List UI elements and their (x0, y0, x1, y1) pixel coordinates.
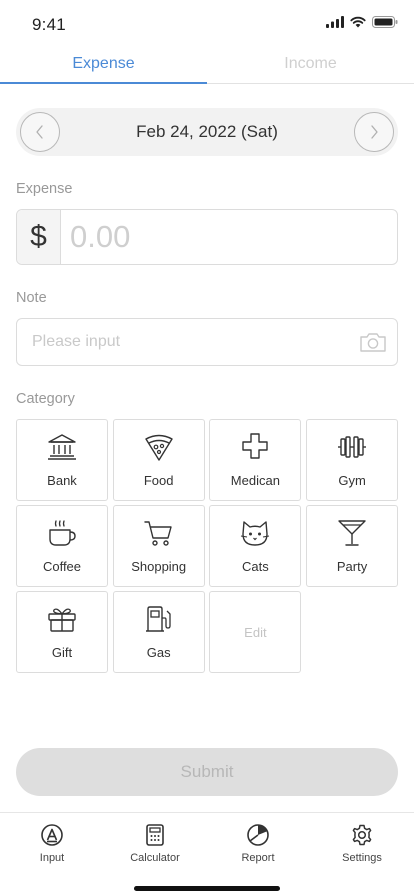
category-label-gift: Gift (51, 645, 73, 660)
nav-label-settings: Settings (342, 852, 382, 864)
chevron-right-icon (371, 125, 378, 139)
category-medican[interactable]: Medican (209, 419, 302, 501)
currency-symbol: $ (17, 210, 61, 264)
expense-label: Expense (16, 181, 73, 197)
date-navigator: Feb 24, 2022 (Sat) (16, 108, 398, 156)
note-field (16, 318, 398, 366)
pie-chart-icon (247, 824, 269, 846)
cocktail-icon (338, 520, 366, 546)
category-grid: Bank Food Medican Gym Coffee Shopping Ca… (16, 419, 399, 673)
category-edit-button[interactable]: Edit (209, 591, 302, 673)
nav-item-report[interactable]: Report (218, 823, 298, 864)
category-label-shopping: Shopping (131, 559, 187, 574)
category-label-gym: Gym (338, 473, 366, 488)
category-label-party: Party (336, 559, 368, 574)
category-label-medican: Medican (230, 473, 280, 488)
type-tabs: Expense Income (0, 48, 414, 84)
status-bar: 9:41 (0, 0, 414, 48)
medical-cross-icon (242, 433, 269, 459)
nav-item-input[interactable]: Input (12, 823, 92, 864)
cart-icon (143, 521, 172, 546)
amount-field: $ (16, 209, 398, 265)
current-date[interactable]: Feb 24, 2022 (Sat) (16, 122, 398, 142)
bottom-navigation: Input Calculator Report Settings (0, 812, 414, 896)
category-party[interactable]: Party (306, 505, 399, 587)
category-gym[interactable]: Gym (306, 419, 399, 501)
nav-item-settings[interactable]: Settings (322, 823, 402, 864)
category-bank[interactable]: Bank (16, 419, 108, 501)
camera-icon[interactable] (359, 330, 387, 354)
input-icon (41, 824, 63, 846)
note-input[interactable] (17, 319, 347, 365)
category-food[interactable]: Food (112, 419, 205, 501)
category-label-cats: Cats (242, 559, 269, 574)
gas-pump-icon (145, 606, 171, 632)
tab-expense[interactable]: Expense (0, 48, 207, 84)
category-label-food: Food (143, 473, 174, 488)
calculator-icon (146, 824, 164, 846)
tab-income[interactable]: Income (207, 48, 414, 83)
pizza-icon (144, 434, 173, 461)
status-icons (326, 16, 398, 28)
submit-button[interactable]: Submit (16, 748, 398, 796)
nav-item-calculator[interactable]: Calculator (115, 823, 195, 864)
next-date-button[interactable] (354, 112, 394, 152)
category-label: Category (16, 391, 75, 407)
category-cats[interactable]: Cats (209, 505, 302, 587)
home-indicator (134, 886, 280, 891)
gift-icon (48, 608, 76, 632)
battery-icon (372, 16, 398, 28)
nav-label-report: Report (241, 852, 275, 864)
category-edit-label: Edit (244, 625, 267, 640)
cellular-signal-icon (326, 16, 344, 28)
note-label: Note (16, 290, 47, 306)
gear-icon (352, 824, 372, 846)
coffee-icon (49, 520, 76, 546)
category-label-gas: Gas (146, 645, 171, 660)
wifi-icon (350, 16, 366, 28)
nav-label-calculator: Calculator (130, 852, 180, 864)
amount-input[interactable] (61, 210, 397, 264)
category-gas[interactable]: Gas (112, 591, 205, 673)
dumbbell-icon (338, 436, 367, 458)
category-coffee[interactable]: Coffee (16, 505, 108, 587)
category-gift[interactable]: Gift (16, 591, 108, 673)
status-time: 9:41 (32, 15, 66, 34)
bank-icon (48, 434, 76, 460)
category-shopping[interactable]: Shopping (112, 505, 205, 587)
nav-label-input: Input (39, 852, 65, 864)
category-label-bank: Bank (47, 473, 77, 488)
cat-icon (241, 521, 270, 546)
category-label-coffee: Coffee (42, 559, 82, 574)
